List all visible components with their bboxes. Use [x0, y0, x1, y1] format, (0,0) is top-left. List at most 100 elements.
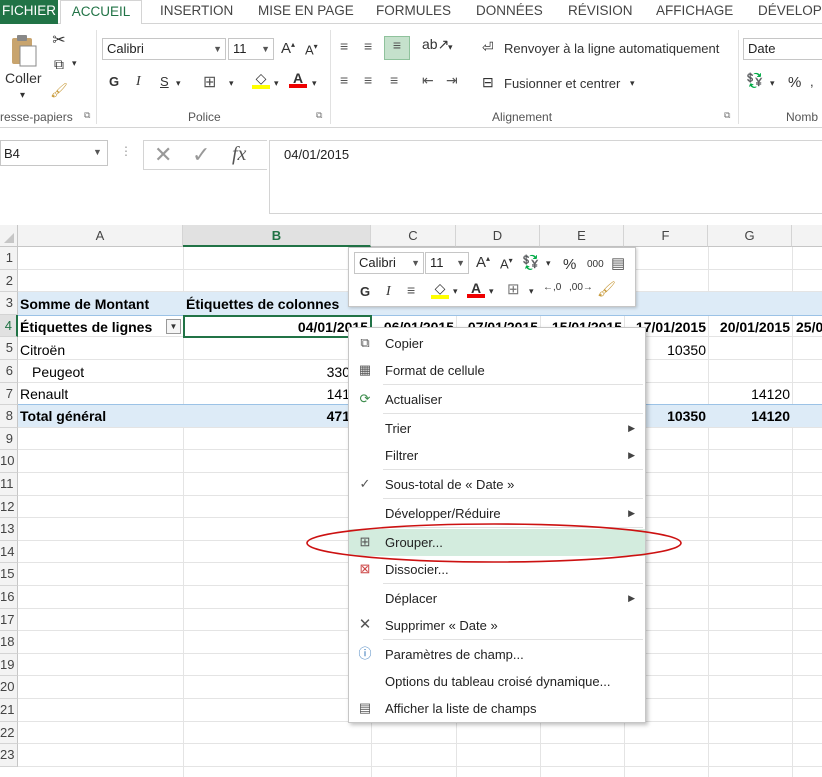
accounting-format-icon[interactable]: 💱: [522, 254, 539, 271]
format-painter-icon[interactable]: 🖌: [50, 82, 68, 99]
tab-revision[interactable]: RÉVISION: [568, 0, 633, 24]
row-header[interactable]: 7: [0, 382, 18, 406]
align-top-icon[interactable]: ≡: [340, 38, 348, 54]
underline-dropdown-icon[interactable]: ▾: [176, 78, 181, 89]
increase-font-icon[interactable]: A▴: [281, 40, 295, 57]
menu-item-supprimer[interactable]: ✕ Supprimer « Date »: [349, 612, 645, 639]
table-format-icon[interactable]: ▤: [611, 254, 625, 272]
row-header[interactable]: 22: [0, 721, 18, 745]
menu-item-filtrer[interactable]: Filtrer ▶: [349, 442, 645, 469]
orientation-icon[interactable]: ab↗: [422, 36, 449, 53]
row-header[interactable]: 2: [0, 269, 18, 293]
cell-b6[interactable]: 330: [300, 361, 350, 383]
decrease-font-icon[interactable]: A▾: [500, 256, 513, 271]
row-label-filter-icon[interactable]: ▼: [166, 319, 181, 334]
cell-g4[interactable]: 20/01/2015: [710, 316, 790, 338]
insert-function-icon[interactable]: fx: [232, 143, 246, 166]
menu-item-copier[interactable]: ⧉ Copier: [349, 330, 645, 357]
menu-item-options-tcd[interactable]: Options du tableau croisé dynamique...: [349, 668, 645, 695]
percent-button[interactable]: %: [788, 74, 801, 91]
mini-italic-button[interactable]: I: [386, 284, 391, 300]
row-header[interactable]: 14: [0, 540, 18, 564]
cut-icon[interactable]: ✂: [50, 30, 68, 50]
copy-dropdown-icon[interactable]: ▾: [72, 58, 77, 69]
row-header[interactable]: 17: [0, 608, 18, 632]
cell-a7[interactable]: Renault: [20, 383, 68, 405]
menu-item-actualiser[interactable]: ⟳ Actualiser: [349, 386, 645, 413]
align-middle-icon[interactable]: ≡: [364, 38, 372, 54]
row-header[interactable]: 10: [0, 450, 18, 473]
fill-color-icon[interactable]: ◇: [252, 70, 270, 89]
tab-affichage[interactable]: AFFICHAGE: [656, 0, 733, 24]
column-header-b[interactable]: B: [183, 225, 371, 247]
merge-icon[interactable]: ⊟: [482, 74, 494, 91]
decrease-font-icon[interactable]: A▾: [305, 42, 318, 57]
column-header-e[interactable]: E: [540, 225, 624, 247]
confirm-icon[interactable]: ✓: [192, 142, 210, 168]
row-header[interactable]: 18: [0, 631, 18, 654]
border-dropdown-icon[interactable]: ▾: [529, 286, 534, 297]
number-format-combo[interactable]: Date: [743, 38, 822, 60]
row-header[interactable]: 16: [0, 586, 18, 609]
alignment-launcher-icon[interactable]: ⧉: [724, 110, 730, 121]
menu-item-liste-champs[interactable]: ▤ Afficher la liste de champs: [349, 695, 645, 722]
mini-size-combo[interactable]: 11 ▼: [425, 252, 469, 274]
accounting-format-icon[interactable]: 💱: [746, 72, 763, 89]
column-header-d[interactable]: D: [456, 225, 540, 247]
column-header-g[interactable]: G: [708, 225, 792, 247]
font-launcher-icon[interactable]: ⧉: [316, 110, 322, 121]
row-header[interactable]: 5: [0, 337, 18, 360]
align-center-icon[interactable]: ≡: [407, 282, 415, 298]
cell-b8[interactable]: 471: [300, 405, 350, 427]
select-all-corner[interactable]: [0, 225, 18, 247]
fill-color-icon[interactable]: ◇: [431, 280, 449, 299]
mini-bold-button[interactable]: G: [360, 284, 370, 299]
decrease-decimal-icon[interactable]: ,00→: [569, 282, 593, 293]
menu-item-deplacer[interactable]: Déplacer ▶: [349, 585, 645, 612]
tab-donnees[interactable]: DONNÉES: [476, 0, 543, 24]
menu-item-parametres-champ[interactable]: ⓘ Paramètres de champ...: [349, 641, 645, 668]
tab-accueil[interactable]: ACCUEIL: [60, 0, 142, 25]
align-bottom-icon[interactable]: ≡: [384, 36, 410, 60]
formula-input[interactable]: 04/01/2015: [269, 140, 822, 214]
format-painter-icon[interactable]: 🖌: [597, 280, 616, 298]
orientation-dropdown-icon[interactable]: ▾: [448, 42, 453, 53]
font-color-icon[interactable]: A: [467, 280, 485, 298]
decrease-indent-icon[interactable]: ⇤: [422, 72, 434, 89]
tab-insertion[interactable]: INSERTION: [160, 0, 233, 24]
cell-a4[interactable]: Étiquettes de lignes: [20, 316, 152, 338]
fill-dropdown-icon[interactable]: ▾: [274, 78, 279, 89]
cell-a8[interactable]: Total général: [20, 405, 106, 427]
font-size-combo[interactable]: 11 ▼: [228, 38, 274, 60]
accounting-dropdown-icon[interactable]: ▾: [770, 78, 775, 89]
row-header[interactable]: 4: [0, 314, 18, 338]
tab-mise-en-page[interactable]: MISE EN PAGE: [258, 0, 354, 24]
wrap-text-icon[interactable]: ⏎: [482, 39, 494, 56]
font-name-combo[interactable]: Calibri ▼: [102, 38, 226, 60]
paste-dropdown-icon[interactable]: ▾: [20, 90, 25, 101]
row-header[interactable]: 11: [0, 473, 18, 496]
cancel-icon[interactable]: ✕: [154, 142, 172, 168]
column-header-f[interactable]: F: [624, 225, 708, 247]
cell-a5[interactable]: Citroën: [20, 339, 65, 361]
align-left-icon[interactable]: ≡: [340, 72, 348, 88]
increase-indent-icon[interactable]: ⇥: [446, 72, 458, 89]
copy-icon[interactable]: ⧉: [50, 56, 68, 73]
font-color-icon[interactable]: A: [289, 70, 307, 88]
wrap-text-button[interactable]: Renvoyer à la ligne automatiquement: [504, 41, 719, 56]
row-header[interactable]: 23: [0, 744, 18, 767]
cell-a3[interactable]: Somme de Montant: [20, 293, 149, 315]
row-header[interactable]: 3: [0, 292, 18, 315]
row-header[interactable]: 6: [0, 360, 18, 383]
mini-percent-button[interactable]: %: [563, 256, 576, 273]
merge-center-button[interactable]: Fusionner et centrer: [504, 76, 620, 91]
row-header[interactable]: 1: [0, 247, 18, 270]
align-right-icon[interactable]: ≡: [390, 72, 398, 88]
paste-label[interactable]: Coller: [5, 70, 42, 86]
row-header[interactable]: 8: [0, 405, 18, 428]
font-color-dropdown-icon[interactable]: ▾: [489, 286, 494, 297]
tab-fichier[interactable]: FICHIER: [0, 0, 58, 24]
accounting-dropdown-icon[interactable]: ▾: [546, 258, 551, 269]
border-icon[interactable]: ⊞: [203, 72, 216, 92]
mini-thousands-button[interactable]: 000: [587, 259, 604, 270]
